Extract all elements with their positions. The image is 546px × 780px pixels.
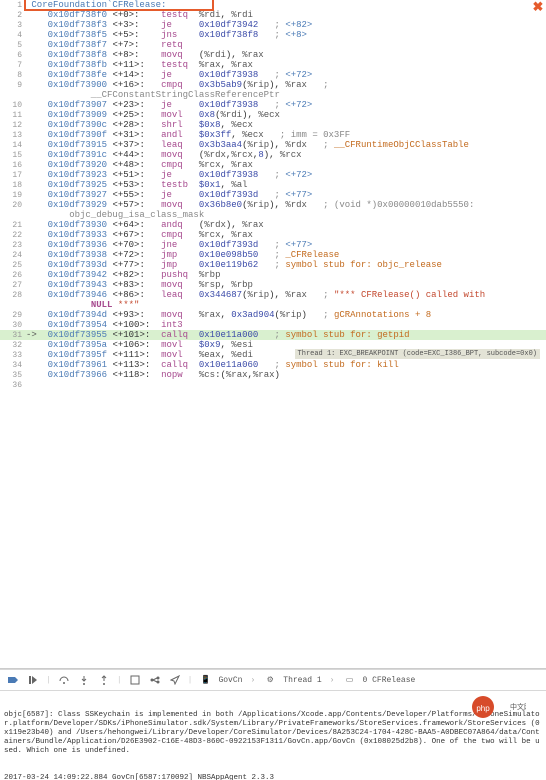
toggle-breakpoints-button[interactable] (6, 673, 20, 687)
disasm-line[interactable]: 15 0x10df7391c <+44>: movq (%rdx,%rcx,8)… (0, 150, 546, 160)
disasm-line[interactable]: 20 0x10df73929 <+57>: movq 0x36b8e0(%rip… (0, 200, 546, 210)
disasm-line[interactable]: 26 0x10df73942 <+82>: pushq %rbp (0, 270, 546, 280)
location-button[interactable] (168, 673, 182, 687)
disasm-line[interactable]: 25 0x10df7393d <+77>: jmp 0x10e119b62 ; … (0, 260, 546, 270)
frame-icon: ▭ (342, 673, 356, 687)
disasm-line[interactable]: 10 0x10df73907 <+23>: je 0x10df73938 ; <… (0, 100, 546, 110)
disasm-line[interactable]: __CFConstantStringClassReferencePtr (0, 90, 546, 100)
app-icon: 📱 (198, 673, 212, 687)
chevron-right-icon: › (330, 676, 335, 685)
step-into-button[interactable] (77, 673, 91, 687)
disasm-line[interactable]: 29 0x10df7394d <+93>: movq %rax, 0x3ad90… (0, 310, 546, 320)
header-highlight-box (24, 0, 214, 11)
continue-button[interactable] (26, 673, 40, 687)
breadcrumb-frame[interactable]: 0 CFRelease (362, 676, 415, 685)
disasm-line[interactable]: 31-> 0x10df73955 <+101>: callq 0x10e11a0… (0, 330, 546, 340)
disasm-line[interactable]: 8 0x10df738fe <+14>: je 0x10df73938 ; <+… (0, 70, 546, 80)
disasm-line[interactable]: 9 0x10df73900 <+16>: cmpq 0x3b5ab9(%rip)… (0, 80, 546, 90)
breadcrumb-app[interactable]: GovCn (218, 676, 242, 685)
disasm-line[interactable]: 3 0x10df738f3 <+3>: je 0x10df73942 ; <+8… (0, 20, 546, 30)
disasm-line[interactable]: NULL ***" (0, 300, 546, 310)
disasm-line[interactable]: 30 0x10df73954 <+100>: int3 (0, 320, 546, 330)
disasm-line[interactable]: 4 0x10df738f5 <+5>: jns 0x10df738f8 ; <+… (0, 30, 546, 40)
disasm-line[interactable]: 22 0x10df73933 <+67>: cmpq %rcx, %rax (0, 230, 546, 240)
debug-toolbar: | | | 📱 GovCn › ⚙ Thread 1 › ▭ 0 CFRelea… (0, 669, 546, 691)
disasm-line[interactable]: 36 (0, 380, 546, 390)
disasm-line[interactable]: 17 0x10df73923 <+51>: je 0x10df73938 ; <… (0, 170, 546, 180)
disasm-line[interactable]: 24 0x10df73938 <+72>: jmp 0x10e098b50 ; … (0, 250, 546, 260)
disasm-line[interactable]: 6 0x10df738f8 <+8>: movq (%rdi), %rax (0, 50, 546, 60)
disasm-line[interactable]: objc_debug_isa_class_mask (0, 210, 546, 220)
disasm-line[interactable]: 11 0x10df73909 <+25>: movl 0x8(%rdi), %e… (0, 110, 546, 120)
console-line: objc[6587]: Class SSKeychain is implemen… (4, 711, 542, 756)
disasm-line[interactable]: 19 0x10df73927 <+55>: je 0x10df7393d ; <… (0, 190, 546, 200)
disasm-line[interactable]: 21 0x10df73930 <+64>: andq (%rdx), %rax (0, 220, 546, 230)
console-line: 2017-03-24 14:09:22.884 GovCn[6587:17009… (4, 774, 542, 780)
disasm-line[interactable]: 5 0x10df738f7 <+7>: retq (0, 40, 546, 50)
disasm-line[interactable]: 7 0x10df738fb <+11>: testq %rax, %rax (0, 60, 546, 70)
breakpoint-annotation: Thread 1: EXC_BREAKPOINT (code=EXC_I386_… (295, 349, 540, 359)
disasm-line[interactable]: 16 0x10df73920 <+48>: cmpq %rcx, %rax (0, 160, 546, 170)
disasm-line[interactable]: 2 0x10df738f0 <+0>: testq %rdi, %rdi (0, 10, 546, 20)
disasm-line[interactable]: 27 0x10df73943 <+83>: movq %rsp, %rbp (0, 280, 546, 290)
memory-graph-button[interactable] (148, 673, 162, 687)
chevron-right-icon: › (250, 676, 255, 685)
breadcrumb-thread[interactable]: Thread 1 (283, 676, 321, 685)
disasm-line[interactable]: 35 0x10df73966 <+118>: nopw %cs:(%rax,%r… (0, 370, 546, 380)
step-out-button[interactable] (97, 673, 111, 687)
disassembly-area: ✖ 1 CoreFoundation`CFRelease: 2 0x10df73… (0, 0, 546, 668)
disasm-line[interactable]: 18 0x10df73925 <+53>: testb $0x1, %al (0, 180, 546, 190)
debug-view-button[interactable] (128, 673, 142, 687)
debug-console[interactable]: objc[6587]: Class SSKeychain is implemen… (0, 691, 546, 780)
thread-icon: ⚙ (263, 673, 277, 687)
disasm-line[interactable]: 12 0x10df7390c <+28>: shrl $0x8, %ecx (0, 120, 546, 130)
disasm-line[interactable]: 34 0x10df73961 <+113>: callq 0x10e11a060… (0, 360, 546, 370)
disasm-line[interactable]: 14 0x10df73915 <+37>: leaq 0x3b3aa4(%rip… (0, 140, 546, 150)
disasm-line[interactable]: 23 0x10df73936 <+70>: jne 0x10df7393d ; … (0, 240, 546, 250)
disasm-line[interactable]: 28 0x10df73946 <+86>: leaq 0x344687(%rip… (0, 290, 546, 300)
disasm-line[interactable]: 13 0x10df7390f <+31>: andl $0x3ff, %ecx … (0, 130, 546, 140)
step-over-button[interactable] (57, 673, 71, 687)
